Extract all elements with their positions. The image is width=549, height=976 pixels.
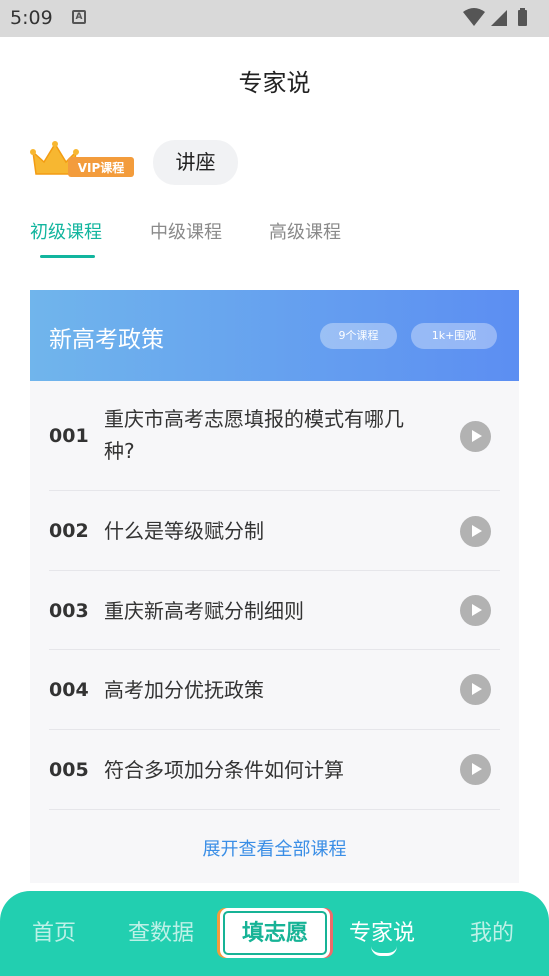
lesson-title: 什么是等级赋分制	[104, 519, 264, 543]
nav-mine[interactable]: 我的	[470, 915, 514, 947]
lesson-number: 003	[49, 600, 89, 622]
lesson-title: 符合多项加分条件如何计算	[104, 758, 344, 782]
signal-icon	[491, 10, 507, 26]
play-icon[interactable]	[460, 674, 491, 705]
nav-expert[interactable]: 专家说	[349, 915, 415, 947]
course-card: 新高考政策 9个课程 1k+围观 001 重庆市高考志愿填报的模式有哪几种? 0…	[30, 290, 519, 883]
wifi-icon	[463, 8, 485, 26]
lesson-item[interactable]: 003 重庆新高考赋分制细则	[49, 571, 500, 650]
tab-advanced[interactable]: 高级课程	[269, 218, 341, 244]
play-icon[interactable]	[460, 595, 491, 626]
lesson-title: 高考加分优抚政策	[104, 678, 264, 702]
fill-application-logo-button[interactable]: 填志愿	[220, 908, 330, 958]
bottom-nav: 首页 查数据 填志愿 专家说 我的	[0, 891, 549, 976]
lesson-title: 重庆新高考赋分制细则	[104, 599, 304, 623]
course-card-header[interactable]: 新高考政策 9个课程 1k+围观	[30, 290, 519, 381]
status-icons	[461, 7, 541, 33]
lesson-item[interactable]: 004 高考加分优抚政策	[49, 650, 500, 730]
expand-all-courses-link[interactable]: 展开查看全部课程	[30, 835, 519, 861]
active-tab-indicator	[371, 946, 397, 956]
lesson-item[interactable]: 005 符合多项加分条件如何计算	[49, 730, 500, 810]
vip-label: VIP课程	[78, 160, 125, 175]
lecture-button[interactable]: 讲座	[153, 140, 238, 185]
lesson-number: 004	[49, 679, 89, 701]
notification-icon: A	[72, 10, 86, 24]
play-icon[interactable]	[460, 421, 491, 452]
views-badge: 1k+围观	[411, 323, 497, 349]
tab-active-indicator	[40, 255, 95, 258]
tab-beginner[interactable]: 初级课程	[30, 218, 102, 244]
lesson-number: 005	[49, 759, 89, 781]
lesson-count-badge: 9个课程	[320, 323, 397, 349]
status-bar: 5:09 A	[0, 0, 549, 37]
status-time: 5:09	[10, 7, 53, 29]
course-title: 新高考政策	[49, 327, 164, 353]
lesson-item[interactable]: 002 什么是等级赋分制	[49, 491, 500, 571]
nav-data[interactable]: 查数据	[128, 915, 194, 947]
play-icon[interactable]	[460, 754, 491, 785]
nav-home[interactable]: 首页	[32, 915, 76, 947]
page-title: 专家说	[238, 69, 311, 97]
battery-icon	[518, 10, 527, 26]
lesson-number: 002	[49, 520, 89, 542]
lesson-title: 重庆市高考志愿填报的模式有哪几种?	[104, 407, 404, 463]
vip-course-button[interactable]: VIP课程	[30, 140, 136, 186]
play-icon[interactable]	[460, 516, 491, 547]
tab-intermediate[interactable]: 中级课程	[150, 218, 222, 244]
center-logo-text: 填志愿	[223, 911, 327, 955]
lesson-item[interactable]: 001 重庆市高考志愿填报的模式有哪几种?	[49, 381, 500, 491]
lesson-number: 001	[49, 425, 89, 447]
